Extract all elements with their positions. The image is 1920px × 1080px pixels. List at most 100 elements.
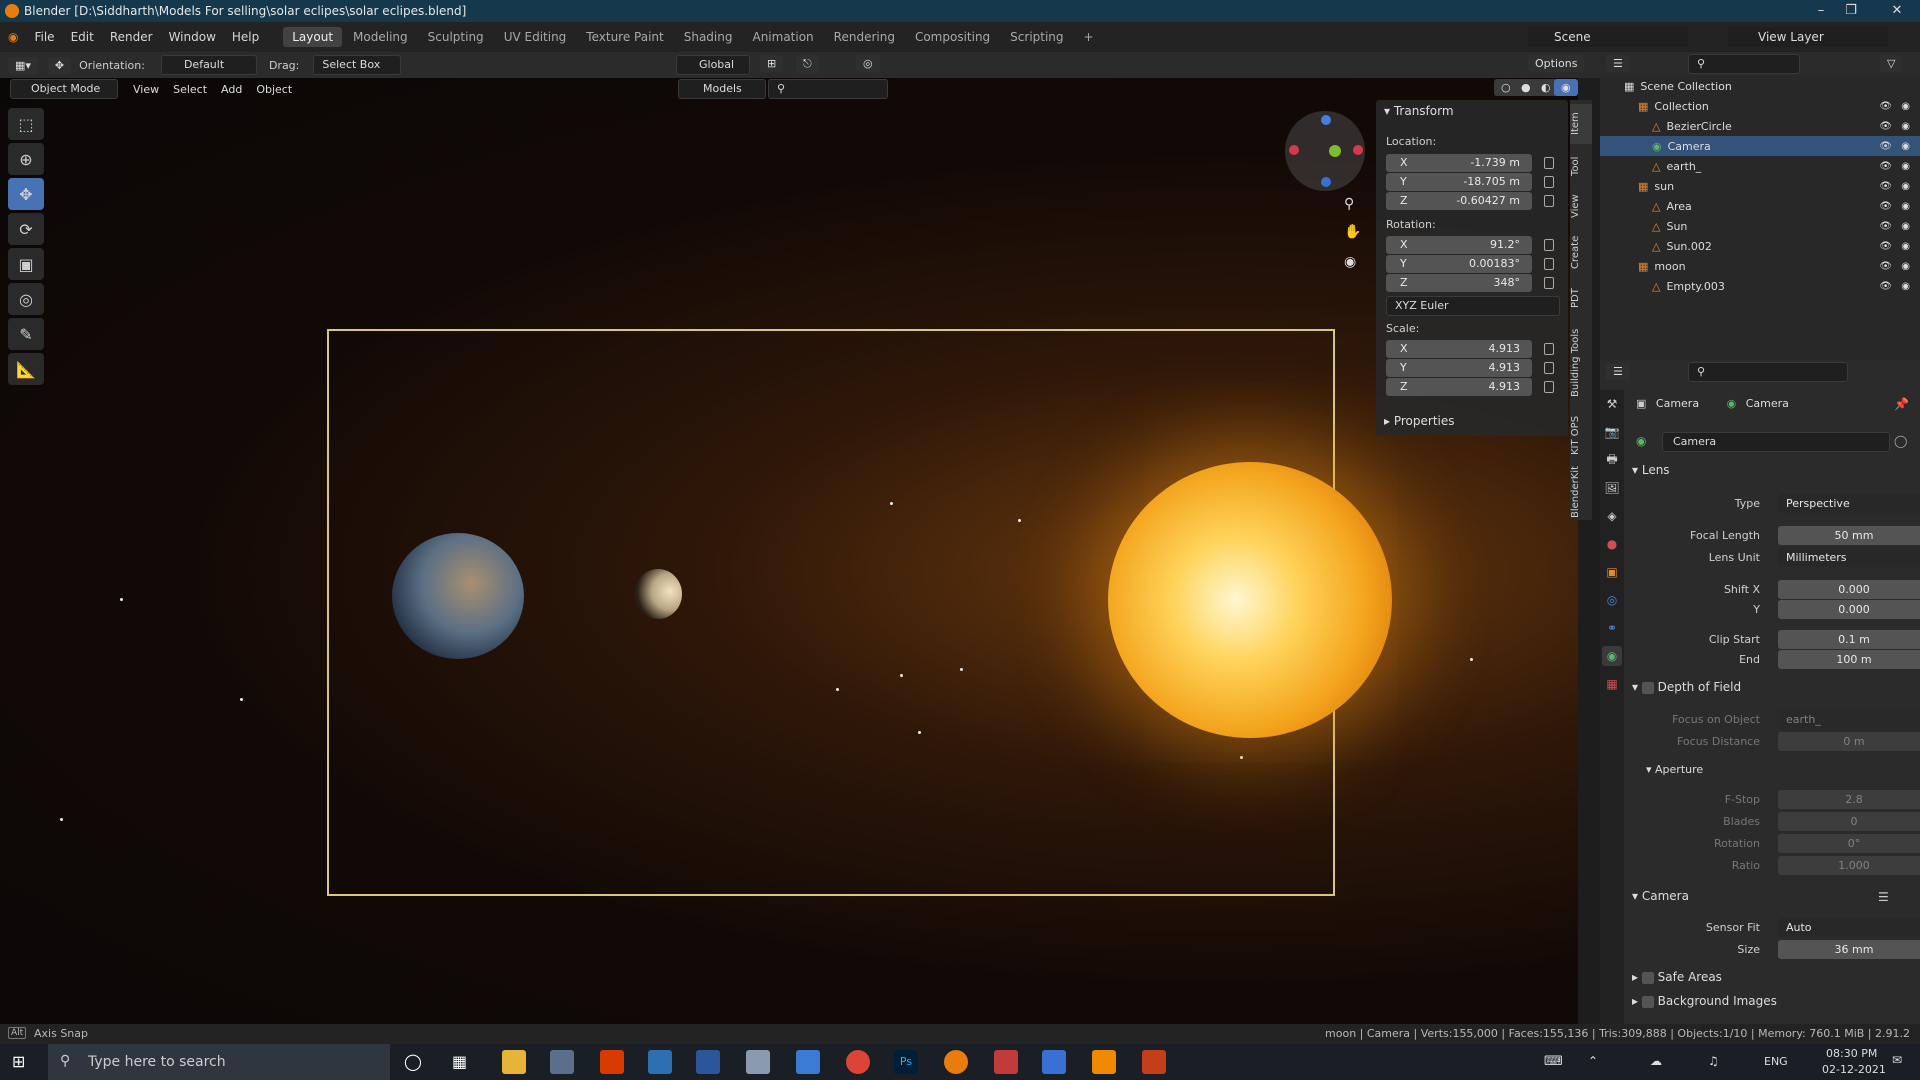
visibility-eye-icon[interactable]: 👁 <box>1879 221 1892 232</box>
navigation-gizmo[interactable] <box>1285 111 1365 191</box>
office-icon[interactable] <box>600 1050 624 1074</box>
clock-time[interactable]: 08:30 PM <box>1826 1047 1877 1060</box>
object-tab-icon[interactable]: ▣ <box>1602 562 1622 582</box>
tab-shading[interactable]: Shading <box>675 27 742 47</box>
chrome-icon[interactable] <box>846 1050 870 1074</box>
app-icon[interactable] <box>1042 1050 1066 1074</box>
background-images-panel-header[interactable]: ▸ Background Images <box>1632 994 1912 1016</box>
render-toggle-icon[interactable]: ◉ <box>1901 121 1910 132</box>
rotation-mode-dropdown[interactable]: XYZ Euler <box>1386 296 1560 316</box>
gizmo-negx-axis[interactable] <box>1289 145 1299 155</box>
menu-render[interactable]: Render <box>102 30 161 44</box>
pivot-icon[interactable]: ⊞ <box>760 55 784 72</box>
properties-search-input[interactable]: ⚲ <box>1688 362 1848 382</box>
volume-icon[interactable]: ♫ <box>1708 1054 1719 1068</box>
rotate-icon[interactable]: ⟳ <box>8 213 44 245</box>
scene-selector[interactable]: Scene <box>1528 27 1688 47</box>
shift-x-field[interactable]: 0.000 <box>1778 580 1920 599</box>
blender-menu-icon[interactable]: ◉ <box>0 30 26 44</box>
blades-field[interactable]: 0 <box>1778 812 1920 831</box>
render-toggle-icon[interactable]: ◉ <box>1901 201 1910 212</box>
clock-date[interactable]: 02-12-2021 <box>1822 1063 1886 1076</box>
menu-edit[interactable]: Edit <box>63 30 102 44</box>
visibility-eye-icon[interactable]: 👁 <box>1879 101 1892 112</box>
tab-animation[interactable]: Animation <box>743 27 822 47</box>
render-toggle-icon[interactable]: ◉ <box>1901 241 1910 252</box>
lens-panel-header[interactable]: ▾ Lens <box>1632 463 1912 485</box>
background-images-checkbox[interactable] <box>1641 995 1654 1008</box>
gizmo-negz-axis[interactable] <box>1321 177 1331 187</box>
orientation-dropdown[interactable]: Default <box>160 55 257 75</box>
select-menu[interactable]: Select <box>166 81 214 98</box>
tab-blenderkit[interactable]: BlenderKit <box>1570 464 1592 520</box>
lock-icon[interactable] <box>1544 157 1554 169</box>
object-menu[interactable]: Object <box>249 81 299 98</box>
visibility-eye-icon[interactable]: 👁 <box>1879 141 1892 152</box>
restore-button[interactable]: ❐ <box>1828 0 1874 22</box>
tool-tab-icon[interactable]: ⚒ <box>1602 394 1622 414</box>
word-icon[interactable] <box>696 1050 720 1074</box>
outliner-row-collection[interactable]: ▦ Collection 👁 ◉ <box>1600 96 1920 116</box>
output-tab-icon[interactable]: 🖶 <box>1602 450 1622 470</box>
menu-file[interactable]: File <box>26 30 62 44</box>
outliner-row-beziercircle[interactable]: △ BezierCircle 👁 ◉ <box>1600 116 1920 136</box>
scale-icon[interactable]: ▣ <box>8 248 44 280</box>
camera-data-tab-icon[interactable]: ◉ <box>1602 646 1622 666</box>
camera-view-icon[interactable]: ◉ <box>1344 254 1356 270</box>
tab-sculpting[interactable]: Sculpting <box>419 27 493 47</box>
scene-tab-icon[interactable]: ◈ <box>1602 506 1622 526</box>
add-menu[interactable]: Add <box>214 81 249 98</box>
tab-building-tools[interactable]: Building Tools <box>1570 320 1592 406</box>
render-toggle-icon[interactable]: ◉ <box>1901 141 1910 152</box>
tab-kit-ops[interactable]: KIT OPS <box>1570 410 1592 460</box>
app-icon[interactable] <box>994 1050 1018 1074</box>
view-layer-tab-icon[interactable]: 🖼 <box>1602 478 1622 498</box>
select-box-icon[interactable]: ⬚ <box>8 108 44 140</box>
outliner-row-sun-002[interactable]: △ Sun.002 👁 ◉ <box>1600 236 1920 256</box>
fake-user-icon[interactable]: ◯ <box>1894 434 1907 448</box>
file-explorer-icon[interactable] <box>502 1050 526 1074</box>
zoom-icon[interactable]: ⚲ <box>1344 196 1354 212</box>
lock-icon[interactable] <box>1544 343 1554 355</box>
vlc-icon[interactable] <box>1092 1050 1116 1074</box>
3d-viewport[interactable]: Object Mode View Select Add Object Model… <box>0 78 1578 1024</box>
properties-header[interactable]: ▸ Properties <box>1384 414 1455 428</box>
render-toggle-icon[interactable]: ◉ <box>1901 261 1910 272</box>
lens-type-dropdown[interactable]: Perspective <box>1778 494 1920 513</box>
focus-object-field[interactable]: earth_ <box>1778 710 1920 729</box>
tab-rendering[interactable]: Rendering <box>825 27 904 47</box>
constraints-tab-icon[interactable]: ⚭ <box>1602 618 1622 638</box>
clip-end-field[interactable]: 100 m <box>1778 650 1920 669</box>
notification-icon[interactable]: ✉ <box>1892 1053 1902 1067</box>
lock-icon[interactable] <box>1544 381 1554 393</box>
fstop-field[interactable]: 2.8 <box>1778 790 1920 809</box>
tab-view[interactable]: View <box>1570 188 1592 224</box>
pin-icon[interactable]: 📌 <box>1894 397 1909 411</box>
aperture-rotation-field[interactable]: 0° <box>1778 834 1920 853</box>
transform-orientation-dropdown[interactable]: Global <box>676 55 750 75</box>
powerpoint-icon[interactable] <box>1142 1050 1166 1074</box>
scale-x-field[interactable]: X 4.913 <box>1386 340 1532 358</box>
transform-header[interactable]: ▾ Transform <box>1384 104 1454 118</box>
close-button[interactable]: ✕ <box>1874 0 1920 22</box>
lock-icon[interactable] <box>1544 176 1554 188</box>
start-icon[interactable]: ⊞ <box>12 1052 25 1071</box>
keyboard-icon[interactable]: ⌨ <box>1544 1054 1563 1069</box>
visibility-eye-icon[interactable]: 👁 <box>1879 121 1892 132</box>
safe-areas-checkbox[interactable] <box>1641 971 1654 984</box>
visibility-eye-icon[interactable]: 👁 <box>1879 281 1892 292</box>
viewport-search-input[interactable]: ⚲ <box>768 79 888 99</box>
sensor-fit-dropdown[interactable]: Auto <box>1778 918 1920 937</box>
dof-checkbox[interactable] <box>1641 681 1654 694</box>
aperture-subpanel-header[interactable]: ▾ Aperture <box>1646 763 1920 785</box>
drag-dropdown[interactable]: Select Box <box>313 55 402 75</box>
options-dropdown[interactable]: Options <box>1528 55 1585 72</box>
scale-y-field[interactable]: Y 4.913 <box>1386 359 1532 377</box>
outliner-row-sun[interactable]: △ Sun 👁 ◉ <box>1600 216 1920 236</box>
shading-rendered-icon[interactable]: ◉ <box>1554 79 1578 96</box>
lock-icon[interactable] <box>1544 258 1554 270</box>
gizmo-z-axis[interactable] <box>1321 115 1331 125</box>
render-toggle-icon[interactable]: ◉ <box>1901 281 1910 292</box>
visibility-eye-icon[interactable]: 👁 <box>1879 241 1892 252</box>
visibility-eye-icon[interactable]: 👁 <box>1879 201 1892 212</box>
